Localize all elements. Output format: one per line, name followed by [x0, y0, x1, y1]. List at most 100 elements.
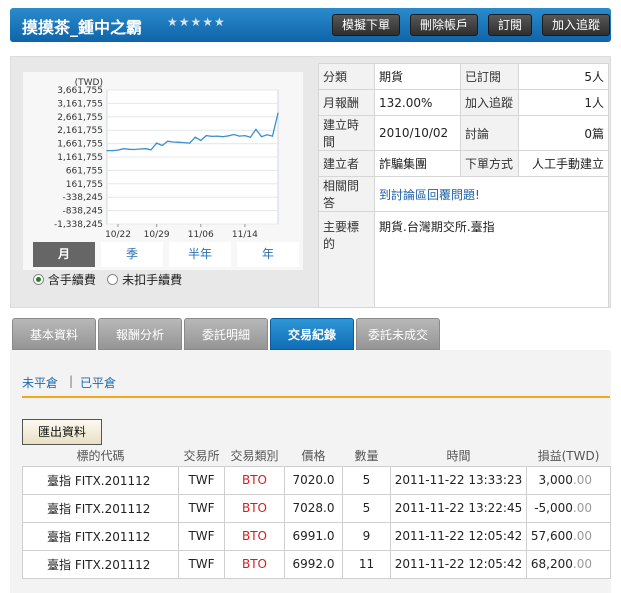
row-trade-type: BTO	[224, 465, 285, 495]
fee-options: 含手續費 未扣手續費	[33, 271, 182, 288]
table-row: 臺指 FITX.201112 TWF BTO 6991.0 9 2011-11-…	[22, 521, 611, 551]
row-pl-decimal: .00	[572, 557, 592, 571]
row-pl: -5,000.00	[526, 493, 611, 523]
data-point	[172, 141, 174, 143]
row-pl-decimal: .00	[572, 473, 592, 487]
main-target-value: 期貨.台灣期交所.臺指	[374, 211, 609, 308]
data-point	[271, 135, 274, 137]
x-tick-label: 10/29	[144, 230, 170, 240]
row-pl-decimal: .00	[572, 529, 592, 543]
row-pl-int: 57,600	[530, 529, 573, 543]
tab-trade-records[interactable]: 交易紀錄	[270, 318, 354, 350]
row-price: 7020.0	[284, 465, 343, 495]
period-tab-month[interactable]: 月	[33, 242, 95, 267]
row-time: 2011-11-22 12:05:42	[390, 549, 527, 579]
tracked-value: 1人	[518, 89, 609, 116]
y-tick-label: -1,338,245	[54, 220, 103, 230]
data-point	[161, 144, 163, 147]
data-point	[111, 150, 114, 152]
row-pl: 68,200.00	[526, 549, 611, 579]
data-point	[244, 135, 246, 137]
subtab-closed-positions[interactable]: 已平倉	[80, 374, 116, 391]
creator-label: 建立者	[318, 150, 375, 177]
add-track-button[interactable]: 加入追蹤	[542, 14, 610, 36]
row-time: 2011-11-22 13:22:45	[390, 493, 527, 523]
data-point	[117, 149, 119, 151]
simulate-order-button[interactable]: 模擬下單	[332, 14, 400, 36]
related-qa-link[interactable]: 到討論區回覆問題!	[379, 188, 480, 202]
data-point	[183, 141, 185, 144]
category-value: 期貨	[374, 63, 461, 90]
period-tab-quarter[interactable]: 季	[101, 242, 163, 267]
rating-stars: ★★★★★	[167, 15, 226, 29]
data-point	[106, 150, 108, 152]
table-row: 臺指 FITX.201112 TWF BTO 7028.0 5 2011-11-…	[22, 493, 611, 523]
export-button[interactable]: 匯出資料	[22, 419, 102, 445]
section-divider	[22, 396, 610, 398]
x-tick-label: 10/22	[105, 230, 131, 240]
page-title: 摸摸茶_鍾中之霸	[22, 18, 143, 37]
y-tick-label: 2,161,755	[57, 126, 103, 136]
y-tick-label: 2,661,755	[57, 113, 103, 123]
row-time: 2011-11-22 13:33:23	[390, 465, 527, 495]
tab-order-details[interactable]: 委託明細	[184, 318, 268, 350]
fee-excluded-radio[interactable]	[107, 274, 119, 285]
data-point	[133, 148, 136, 151]
fee-included-label: 含手續費	[47, 273, 96, 287]
data-point	[249, 136, 252, 138]
row-symbol: 臺指 FITX.201112	[22, 549, 179, 579]
data-point	[156, 142, 158, 144]
row-quantity: 9	[342, 521, 391, 551]
y-tick-label: 3,161,755	[57, 99, 103, 109]
data-point	[238, 135, 240, 137]
tracked-label: 加入追蹤	[460, 89, 519, 116]
row-pl-decimal: .00	[572, 501, 592, 515]
table-row: 臺指 FITX.201112 TWF BTO 6992.0 11 2011-11…	[22, 549, 611, 579]
tab-pending-orders[interactable]: 委託未成交	[356, 318, 440, 350]
row-exchange: TWF	[178, 549, 225, 579]
row-price: 7028.0	[284, 493, 343, 523]
y-tick-label: -338,245	[63, 193, 103, 203]
data-point	[167, 140, 169, 142]
tab-basic-info[interactable]: 基本資料	[12, 318, 96, 350]
x-tick-label: 11/06	[188, 230, 214, 240]
row-price: 6991.0	[284, 521, 343, 551]
subscribed-value: 5人	[518, 63, 609, 90]
data-point	[233, 133, 235, 136]
monthly-return-value: 132.00%	[374, 89, 461, 116]
row-trade-type: BTO	[224, 493, 285, 523]
data-point	[200, 139, 202, 142]
row-pl-int: -5,000	[534, 501, 573, 515]
row-price: 6992.0	[284, 549, 343, 579]
col-trade-type: 交易類別	[230, 449, 279, 464]
return-chart: 3,661,7553,161,7552,661,7552,161,7551,66…	[54, 78, 279, 240]
data-point	[255, 128, 257, 131]
row-exchange: TWF	[178, 465, 225, 495]
tab-return-analysis[interactable]: 報酬分析	[98, 318, 182, 350]
subscribe-button[interactable]: 訂閱	[488, 14, 532, 36]
row-exchange: TWF	[178, 521, 225, 551]
delete-account-button[interactable]: 刪除帳戶	[410, 14, 478, 36]
data-point	[178, 141, 180, 143]
creator-value: 詐騙集團	[374, 150, 461, 177]
y-tick-label: 661,755	[66, 166, 103, 176]
related-qa-label: 相關問答	[318, 176, 375, 212]
data-point	[266, 134, 268, 136]
data-point	[150, 149, 152, 151]
row-quantity: 5	[342, 465, 391, 495]
y-tick-label: 1,661,755	[57, 140, 103, 150]
discuss-label: 討論	[460, 115, 519, 151]
data-point	[128, 148, 130, 150]
row-pl: 3,000.00	[526, 465, 611, 495]
fee-excluded-label: 未扣手續費	[122, 273, 183, 287]
subtab-open-positions[interactable]: 未平倉	[22, 374, 58, 391]
row-quantity: 5	[342, 493, 391, 523]
period-tab-half-year[interactable]: 半年	[169, 242, 231, 267]
monthly-return-label: 月報酬	[318, 89, 375, 116]
fee-included-radio[interactable]	[33, 274, 44, 285]
created-value: 2010/10/02	[374, 115, 461, 151]
data-point	[145, 148, 147, 150]
row-pl-int: 68,200	[530, 557, 573, 571]
period-tab-year[interactable]: 年	[237, 242, 299, 267]
created-label: 建立時間	[318, 115, 375, 151]
